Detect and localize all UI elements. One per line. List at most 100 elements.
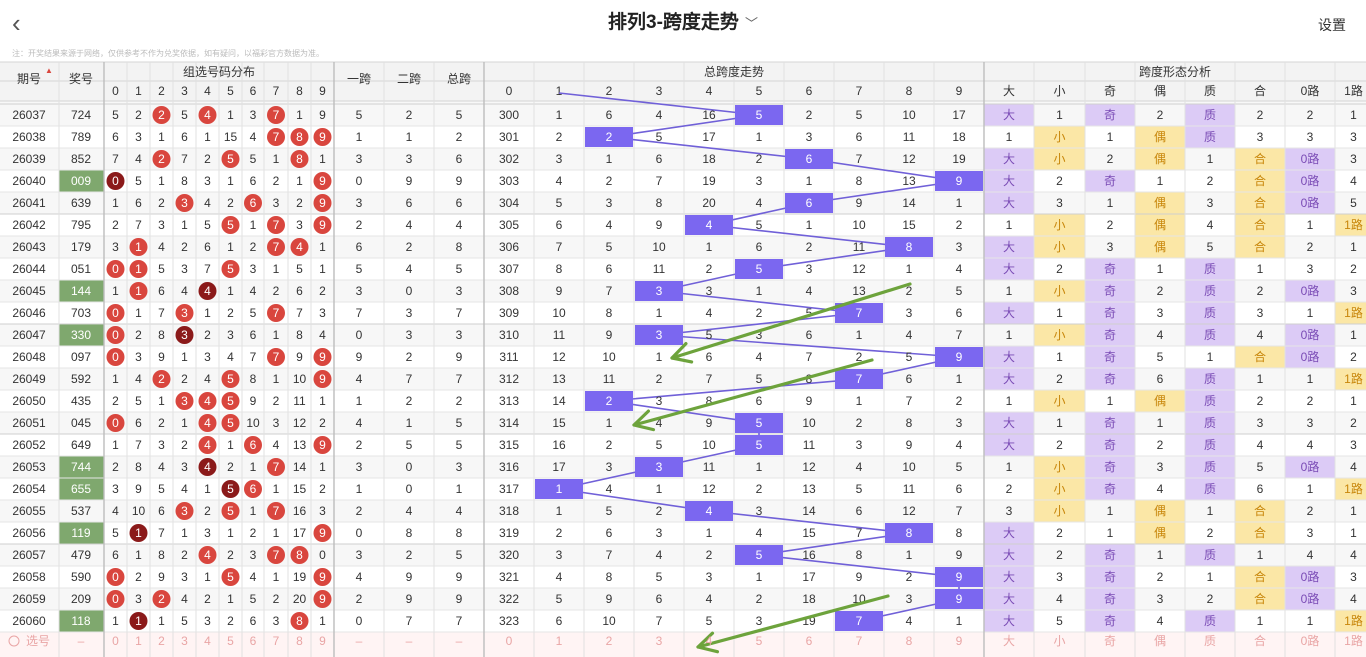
select-shape-item[interactable]: 0路 [1301,633,1320,648]
trend-miss-count: 8 [856,548,863,562]
miss-count: 2 [204,592,211,606]
trend-miss-count: 8 [556,262,563,276]
select-row-label[interactable]: 选号 [26,634,50,648]
select-trend-digit[interactable]: 0 [506,634,513,648]
trend-miss-count: 8 [606,306,613,320]
award-cell: 009 [71,174,91,188]
select-dist-digit[interactable]: 9 [319,634,326,648]
shape-cell: 2 [1157,108,1164,122]
miss-count: 5 [250,152,257,166]
trend-miss-count: 1 [856,328,863,342]
select-shape-item[interactable]: 合 [1254,633,1266,648]
shape-cell: 合 [1254,569,1266,584]
trend-miss-count: 3 [906,306,913,320]
total-span-cell: 2 [456,394,463,408]
select-trend-digit[interactable]: 1 [556,634,563,648]
select-dist-digit[interactable]: 6 [250,634,257,648]
hit-ball-number: 2 [158,152,165,166]
select-trend-digit[interactable]: 9 [956,634,963,648]
trend-miss-count: 7 [806,350,813,364]
select-trend-digit[interactable]: 8 [906,634,913,648]
shape-cell: 4 [1307,548,1314,562]
shape-cell: 2 [1157,438,1164,452]
trend-miss-count: 17 [702,130,716,144]
trend-hit-number: 3 [656,460,663,474]
issue-header[interactable]: 期号 [17,72,41,86]
trend-miss-count: 5 [606,504,613,518]
trend-hit-number: 9 [956,174,963,188]
select-dist-digit[interactable]: 3 [181,634,188,648]
trend-miss-count: 12 [902,504,916,518]
span2-cell: 0 [406,482,413,496]
trend-miss-count: 319 [499,526,519,540]
select-dist-digit[interactable]: 1 [135,634,142,648]
trend-miss-count: 6 [956,482,963,496]
select-trend-digit[interactable]: 4 [706,634,713,648]
select-dist-digit[interactable]: 4 [204,634,211,648]
miss-count: 1 [204,306,211,320]
miss-count: 1 [273,482,280,496]
span2-cell: 2 [406,394,413,408]
select-dist-digit[interactable]: 2 [158,634,165,648]
trend-miss-count: 15 [802,526,816,540]
trend-miss-count: 5 [556,592,563,606]
select-dist-digit[interactable]: 0 [112,634,119,648]
shape-cell: 1 [1157,548,1164,562]
miss-count: 13 [293,438,307,452]
shape-cell: 3 [1257,416,1264,430]
span2-cell: 7 [406,372,413,386]
trend-miss-count: 3 [556,548,563,562]
total-span-cell: 3 [456,328,463,342]
miss-count: 1 [227,240,234,254]
hit-ball-number: 9 [319,130,326,144]
trend-miss-count: 10 [852,218,866,232]
shape-cell: 1 [1257,262,1264,276]
miss-count: 6 [181,130,188,144]
select-shape-item[interactable]: 小 [1053,634,1065,648]
span2-cell: 2 [406,240,413,254]
shape-cell: 0路 [1301,283,1320,298]
span1-cell: 0 [356,174,363,188]
select-dist-digit[interactable]: 8 [296,634,303,648]
miss-count: 11 [293,394,306,408]
shape-cell: 小 [1053,504,1065,518]
miss-count: 1 [319,152,326,166]
select-trend-digit[interactable]: 7 [856,634,863,648]
select-shape-item[interactable]: 奇 [1104,634,1116,648]
trend-hit-number: 7 [856,614,863,628]
trend-miss-count: 4 [606,218,613,232]
miss-count: 3 [204,350,211,364]
shape-cell: 5 [1350,196,1357,210]
trend-miss-count: 320 [499,548,519,562]
select-shape-item[interactable]: 偶 [1154,634,1166,648]
select-shape-item[interactable]: 质 [1204,634,1216,648]
select-dist-digit[interactable]: 7 [273,634,280,648]
trend-miss-count: 2 [606,438,613,452]
select-trend-digit[interactable]: 3 [656,634,663,648]
select-span1-dash: – [356,634,363,648]
miss-count: 1 [181,526,188,540]
miss-count: 19 [293,570,307,584]
select-shape-item[interactable]: 1路 [1344,633,1363,648]
select-shape-item[interactable]: 大 [1003,634,1015,648]
miss-count: 5 [250,306,257,320]
trend-miss-count: 14 [902,196,916,210]
span1-cell: 9 [356,350,363,364]
total-span-cell: 5 [456,262,463,276]
miss-count: 9 [158,350,165,364]
shape-cell: 奇 [1104,350,1116,364]
shape-cell: 1 [1207,504,1214,518]
shape-cell: 1 [1350,394,1357,408]
shape-cell: 4 [1157,482,1164,496]
shape-cell: 2 [1207,592,1214,606]
shape-cell: 1 [1056,306,1063,320]
span2-cell: 4 [406,504,413,518]
trend-miss-count: 7 [606,284,613,298]
select-dist-digit[interactable]: 5 [227,634,234,648]
select-trend-digit[interactable]: 2 [606,634,613,648]
trend-miss-count: 6 [606,262,613,276]
hit-ball-number: 7 [273,548,280,562]
select-trend-digit[interactable]: 5 [756,634,763,648]
select-trend-digit[interactable]: 6 [806,634,813,648]
trend-miss-count: 3 [556,152,563,166]
